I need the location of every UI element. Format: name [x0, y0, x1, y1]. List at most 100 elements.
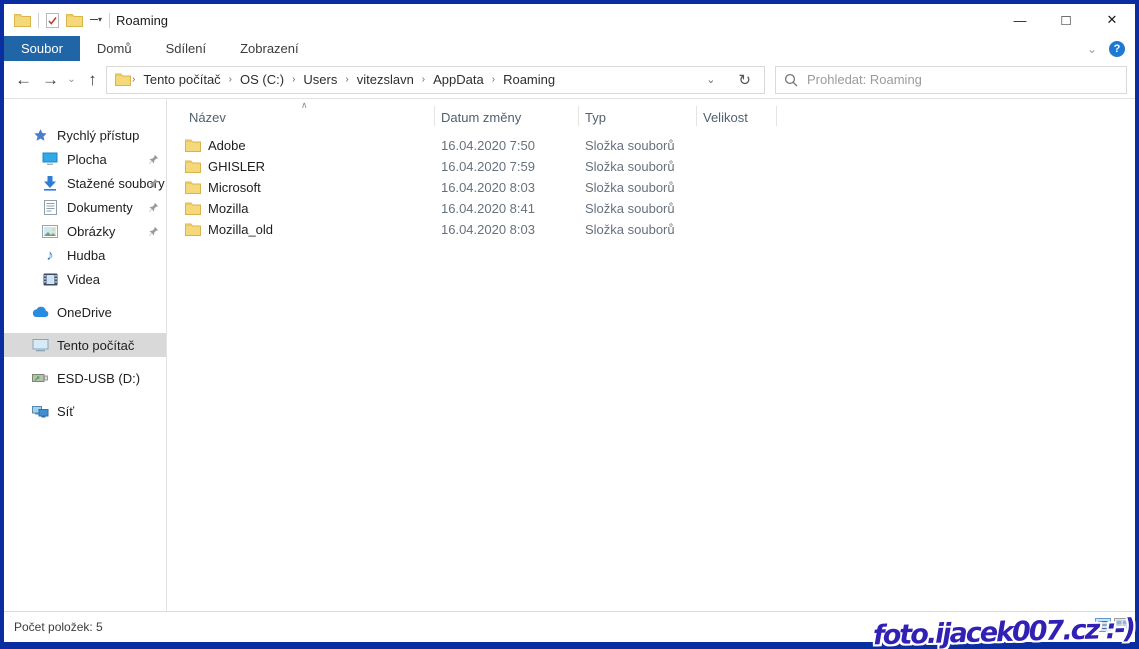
file-row-ghisler[interactable]: GHISLER 16.04.2020 7:59 Složka souborů — [183, 156, 1135, 177]
pin-icon — [148, 177, 159, 192]
sidebar-item-hudba[interactable]: ♪ Hudba — [4, 243, 166, 267]
sidebar-item-label: ESD-USB (D:) — [57, 371, 140, 386]
toolbar-separator — [38, 13, 39, 28]
column-header-label: Typ — [585, 110, 606, 125]
videos-icon — [41, 273, 59, 286]
app-folder-icon — [14, 13, 31, 27]
music-icon: ♪ — [41, 248, 59, 263]
folder-icon — [185, 223, 201, 236]
pictures-icon — [41, 225, 59, 238]
column-header-velikost[interactable]: Velikost — [697, 106, 777, 126]
file-modified: 16.04.2020 7:59 — [435, 159, 579, 174]
breadcrumb-tento-pocitac[interactable]: Tento počítač — [136, 72, 227, 87]
quick-access-toolbar: ▾ — [14, 13, 110, 28]
sidebar-item-label: Plocha — [67, 152, 107, 167]
breadcrumb-users[interactable]: Users — [296, 72, 344, 87]
up-button[interactable]: ↑ — [79, 71, 106, 88]
file-row-microsoft[interactable]: Microsoft 16.04.2020 8:03 Složka souborů — [183, 177, 1135, 198]
sidebar-item-label: Obrázky — [67, 224, 115, 239]
toolbar-separator — [109, 13, 110, 28]
new-folder-icon[interactable] — [66, 13, 83, 27]
properties-icon[interactable] — [46, 13, 59, 28]
address-folder-icon — [115, 73, 131, 86]
minimize-button[interactable]: — — [997, 4, 1043, 36]
address-dropdown-chevron-icon[interactable]: ⌄ — [694, 73, 727, 86]
explorer-window: ▾ Roaming — □ ✕ Soubor Domů Sdílení Zobr… — [0, 0, 1139, 649]
column-header-label: Velikost — [703, 110, 748, 125]
sidebar-item-label: Hudba — [67, 248, 105, 263]
window-title: Roaming — [116, 13, 168, 28]
sidebar-item-label: OneDrive — [57, 305, 112, 320]
customize-toolbar-chevron-icon[interactable]: ▾ — [90, 16, 102, 24]
window-controls: — □ ✕ — [997, 4, 1135, 36]
file-type: Složka souborů — [579, 201, 697, 216]
folder-icon — [185, 202, 201, 215]
file-name: Microsoft — [208, 180, 261, 195]
pin-icon — [148, 225, 159, 240]
column-header-typ[interactable]: Typ — [579, 106, 697, 126]
sidebar-item-label: Tento počítač — [57, 338, 134, 353]
column-headers: ∧ Název Datum změny Typ Velikost — [183, 103, 1135, 129]
refresh-icon[interactable]: ↻ — [727, 67, 762, 93]
quick-access-star-icon — [31, 128, 49, 143]
recent-locations-chevron-icon[interactable]: ⌄ — [64, 75, 79, 85]
sidebar-item-quick-access[interactable]: Rychlý přístup — [4, 123, 166, 147]
file-modified: 16.04.2020 8:03 — [435, 180, 579, 195]
navigation-pane: Rychlý přístup Plocha Stažené soubory — [4, 99, 167, 611]
help-icon[interactable]: ? — [1109, 41, 1125, 57]
tab-sdileni[interactable]: Sdílení — [149, 36, 223, 61]
sidebar-item-sit[interactable]: Síť — [4, 399, 166, 423]
downloads-icon — [41, 176, 59, 191]
tab-zobrazeni[interactable]: Zobrazení — [223, 36, 316, 61]
sidebar-item-label: Videa — [67, 272, 100, 287]
sidebar-item-obrazky[interactable]: Obrázky — [4, 219, 166, 243]
file-row-adobe[interactable]: Adobe 16.04.2020 7:50 Složka souborů — [183, 135, 1135, 156]
breadcrumb-roaming[interactable]: Roaming — [496, 72, 562, 87]
pin-icon — [148, 201, 159, 216]
file-rows: Adobe 16.04.2020 7:50 Složka souborů GHI… — [183, 135, 1135, 240]
sidebar-item-tento-pocitac[interactable]: Tento počítač — [4, 333, 166, 357]
tab-domu[interactable]: Domů — [80, 36, 149, 61]
sidebar-item-onedrive[interactable]: OneDrive — [4, 300, 166, 324]
sidebar-item-stazene-soubory[interactable]: Stažené soubory — [4, 171, 166, 195]
sidebar-item-esd-usb[interactable]: ESD-USB (D:) — [4, 366, 166, 390]
file-type: Složka souborů — [579, 180, 697, 195]
address-bar[interactable]: › Tento počítač › OS (C:) › Users › vite… — [106, 66, 765, 94]
file-name: GHISLER — [208, 159, 265, 174]
breadcrumb-appdata[interactable]: AppData — [426, 72, 491, 87]
file-modified: 16.04.2020 7:50 — [435, 138, 579, 153]
maximize-button[interactable]: □ — [1043, 4, 1089, 36]
column-header-datum-zmeny[interactable]: Datum změny — [435, 106, 579, 126]
photo-watermark: foto.ijacek007.cz :-) — [873, 614, 1135, 649]
breadcrumb-vitezslavn[interactable]: vitezslavn — [350, 72, 421, 87]
file-modified: 16.04.2020 8:41 — [435, 201, 579, 216]
file-list-pane: ∧ Název Datum změny Typ Velikost — [167, 99, 1135, 611]
search-box[interactable] — [775, 66, 1127, 94]
breadcrumb-os-c[interactable]: OS (C:) — [233, 72, 291, 87]
column-header-nazev[interactable]: ∧ Název — [183, 106, 435, 126]
close-button[interactable]: ✕ — [1089, 4, 1135, 36]
sidebar-item-videa[interactable]: Videa — [4, 267, 166, 291]
back-button[interactable]: ← — [10, 71, 37, 88]
file-row-mozilla[interactable]: Mozilla 16.04.2020 8:41 Složka souborů — [183, 198, 1135, 219]
column-header-label: Datum změny — [441, 110, 521, 125]
tab-soubor[interactable]: Soubor — [4, 36, 80, 61]
search-icon — [784, 73, 798, 87]
sidebar-item-label: Síť — [57, 404, 74, 419]
sidebar-item-label: Dokumenty — [67, 200, 133, 215]
collapse-ribbon-icon[interactable]: ⌄ — [1087, 42, 1097, 56]
search-input[interactable] — [807, 72, 1118, 87]
onedrive-cloud-icon — [31, 306, 49, 318]
network-icon — [31, 405, 49, 418]
file-modified: 16.04.2020 8:03 — [435, 222, 579, 237]
forward-button[interactable]: → — [37, 71, 64, 88]
file-name: Mozilla — [208, 201, 248, 216]
sidebar-item-plocha[interactable]: Plocha — [4, 147, 166, 171]
file-name: Mozilla_old — [208, 222, 273, 237]
ribbon-tab-bar: Soubor Domů Sdílení Zobrazení ⌄ ? — [4, 36, 1135, 61]
sidebar-item-dokumenty[interactable]: Dokumenty — [4, 195, 166, 219]
folder-icon — [185, 139, 201, 152]
file-row-mozilla-old[interactable]: Mozilla_old 16.04.2020 8:03 Složka soubo… — [183, 219, 1135, 240]
pin-icon — [148, 153, 159, 168]
documents-icon — [41, 200, 59, 215]
